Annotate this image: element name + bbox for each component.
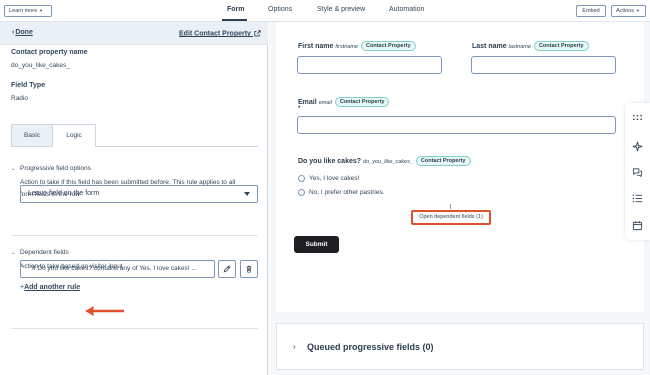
right-side-toolbar: [625, 103, 650, 240]
done-label: Done: [15, 29, 33, 36]
cakes-label-text: Do you like cakes?: [298, 157, 362, 165]
embed-button[interactable]: Embed: [576, 5, 606, 17]
settings-subtabs: Basic Logic: [11, 124, 258, 147]
chevron-down-icon: ▼: [636, 8, 641, 13]
email-label[interactable]: Email email Contact Property: [298, 97, 390, 107]
radio-circle-icon: [298, 175, 305, 182]
tab-options[interactable]: Options: [268, 6, 292, 13]
delete-rule-button[interactable]: [240, 260, 258, 278]
actions-label: Actions: [616, 8, 635, 14]
queued-title: Queued progressive fields (0): [307, 342, 434, 352]
tab-style-preview[interactable]: Style & preview: [317, 6, 365, 13]
trash-icon: [246, 265, 252, 273]
last-name-internal: lastname: [508, 43, 531, 50]
subtab-basic[interactable]: Basic: [11, 124, 53, 147]
progressive-action-select[interactable]: Leave field on the form: [20, 185, 258, 203]
subtab-logic[interactable]: Logic: [52, 124, 96, 147]
add-another-rule-label: Add another rule: [24, 284, 81, 291]
radio-option-yes[interactable]: Yes, I love cakes!: [298, 175, 359, 182]
panel-header: ‹Done Edit Contact Property: [0, 22, 268, 45]
collapse-chevron-icon[interactable]: ⌄: [11, 250, 15, 256]
done-link[interactable]: ‹Done: [12, 29, 33, 36]
radio-yes-label: Yes, I love cakes!: [309, 175, 360, 183]
tab-automation[interactable]: Automation: [389, 6, 424, 13]
select-value: Leave field on the form: [28, 190, 100, 197]
last-name-input[interactable]: [471, 56, 616, 74]
collapse-chevron-icon[interactable]: ⌄: [11, 166, 15, 172]
cakes-question-label[interactable]: Do you like cakes? do_you_like_cakes_ Cont…: [298, 156, 471, 166]
dependent-rule-summary[interactable]: If Do you like cakes? contains any of Ye…: [20, 260, 215, 278]
sparkle-icon[interactable]: [631, 140, 644, 153]
first-name-internal: firstname: [335, 43, 359, 50]
divider: [11, 235, 258, 236]
contact-property-badge: Contact Property: [361, 41, 416, 51]
last-name-label-text: Last name: [472, 42, 507, 50]
chevron-down-icon: ▼: [39, 8, 44, 13]
email-internal: email: [318, 99, 332, 106]
learn-more-button[interactable]: Learn more ▼: [4, 5, 52, 17]
property-name-label: Contact property name: [11, 49, 88, 56]
grid-dots-icon[interactable]: [631, 111, 644, 124]
open-dependent-fields-button[interactable]: Open dependent fields (1): [411, 210, 491, 225]
contact-property-badge: Contact Property: [334, 97, 390, 107]
required-asterisk: *: [298, 106, 301, 112]
add-another-rule-link[interactable]: +Add another rule: [20, 284, 80, 291]
chat-icon[interactable]: [631, 166, 644, 179]
field-type-label: Field Type: [11, 82, 46, 89]
list-icon[interactable]: [631, 192, 644, 205]
property-name-value: do_you_like_cakes_: [11, 62, 70, 69]
top-bar: Learn more ▼ Form Options Style & preview…: [0, 0, 650, 22]
last-name-label[interactable]: Last name lastname Contact Property: [472, 41, 589, 51]
first-name-input[interactable]: [297, 56, 442, 74]
queued-progressive-fields-panel[interactable]: › Queued progressive fields (0): [276, 323, 644, 370]
chevron-left-icon: ‹: [12, 29, 15, 36]
actions-button[interactable]: Actions ▼: [611, 5, 646, 17]
field-type-value: Radio: [11, 95, 28, 102]
divider: [11, 328, 258, 329]
pencil-icon: [223, 265, 231, 273]
learn-more-label: Learn more: [9, 8, 38, 14]
radio-option-no[interactable]: No, I prefer other pastries.: [298, 189, 385, 196]
calendar-icon[interactable]: [631, 219, 644, 232]
chevron-right-icon: ›: [293, 342, 296, 351]
first-name-label[interactable]: First name firstname Contact Property: [298, 41, 416, 51]
progressive-section-title[interactable]: Progressive field options: [20, 165, 91, 172]
submit-button[interactable]: Submit: [294, 236, 339, 253]
email-input[interactable]: [297, 116, 616, 134]
dependent-section-title[interactable]: Dependent fields: [20, 249, 69, 256]
contact-property-badge: Contact Property: [533, 41, 589, 51]
radio-no-label: No, I prefer other pastries.: [309, 189, 385, 197]
cakes-internal: do_you_like_cakes_: [363, 158, 413, 165]
radio-circle-icon: [298, 189, 305, 196]
edit-rule-button[interactable]: [218, 260, 236, 278]
email-label-text: Email: [298, 98, 317, 106]
annotation-arrow-icon: [85, 306, 124, 316]
tab-form[interactable]: Form: [227, 6, 245, 13]
contact-property-badge: Contact Property: [415, 156, 471, 166]
external-link-icon: [254, 30, 261, 37]
edit-contact-property-link[interactable]: Edit Contact Property: [179, 30, 261, 37]
edit-property-label: Edit Contact Property: [179, 30, 251, 38]
first-name-label-text: First name: [298, 42, 334, 50]
active-tab-indicator: [222, 19, 247, 21]
dropdown-caret-icon: [244, 192, 250, 196]
